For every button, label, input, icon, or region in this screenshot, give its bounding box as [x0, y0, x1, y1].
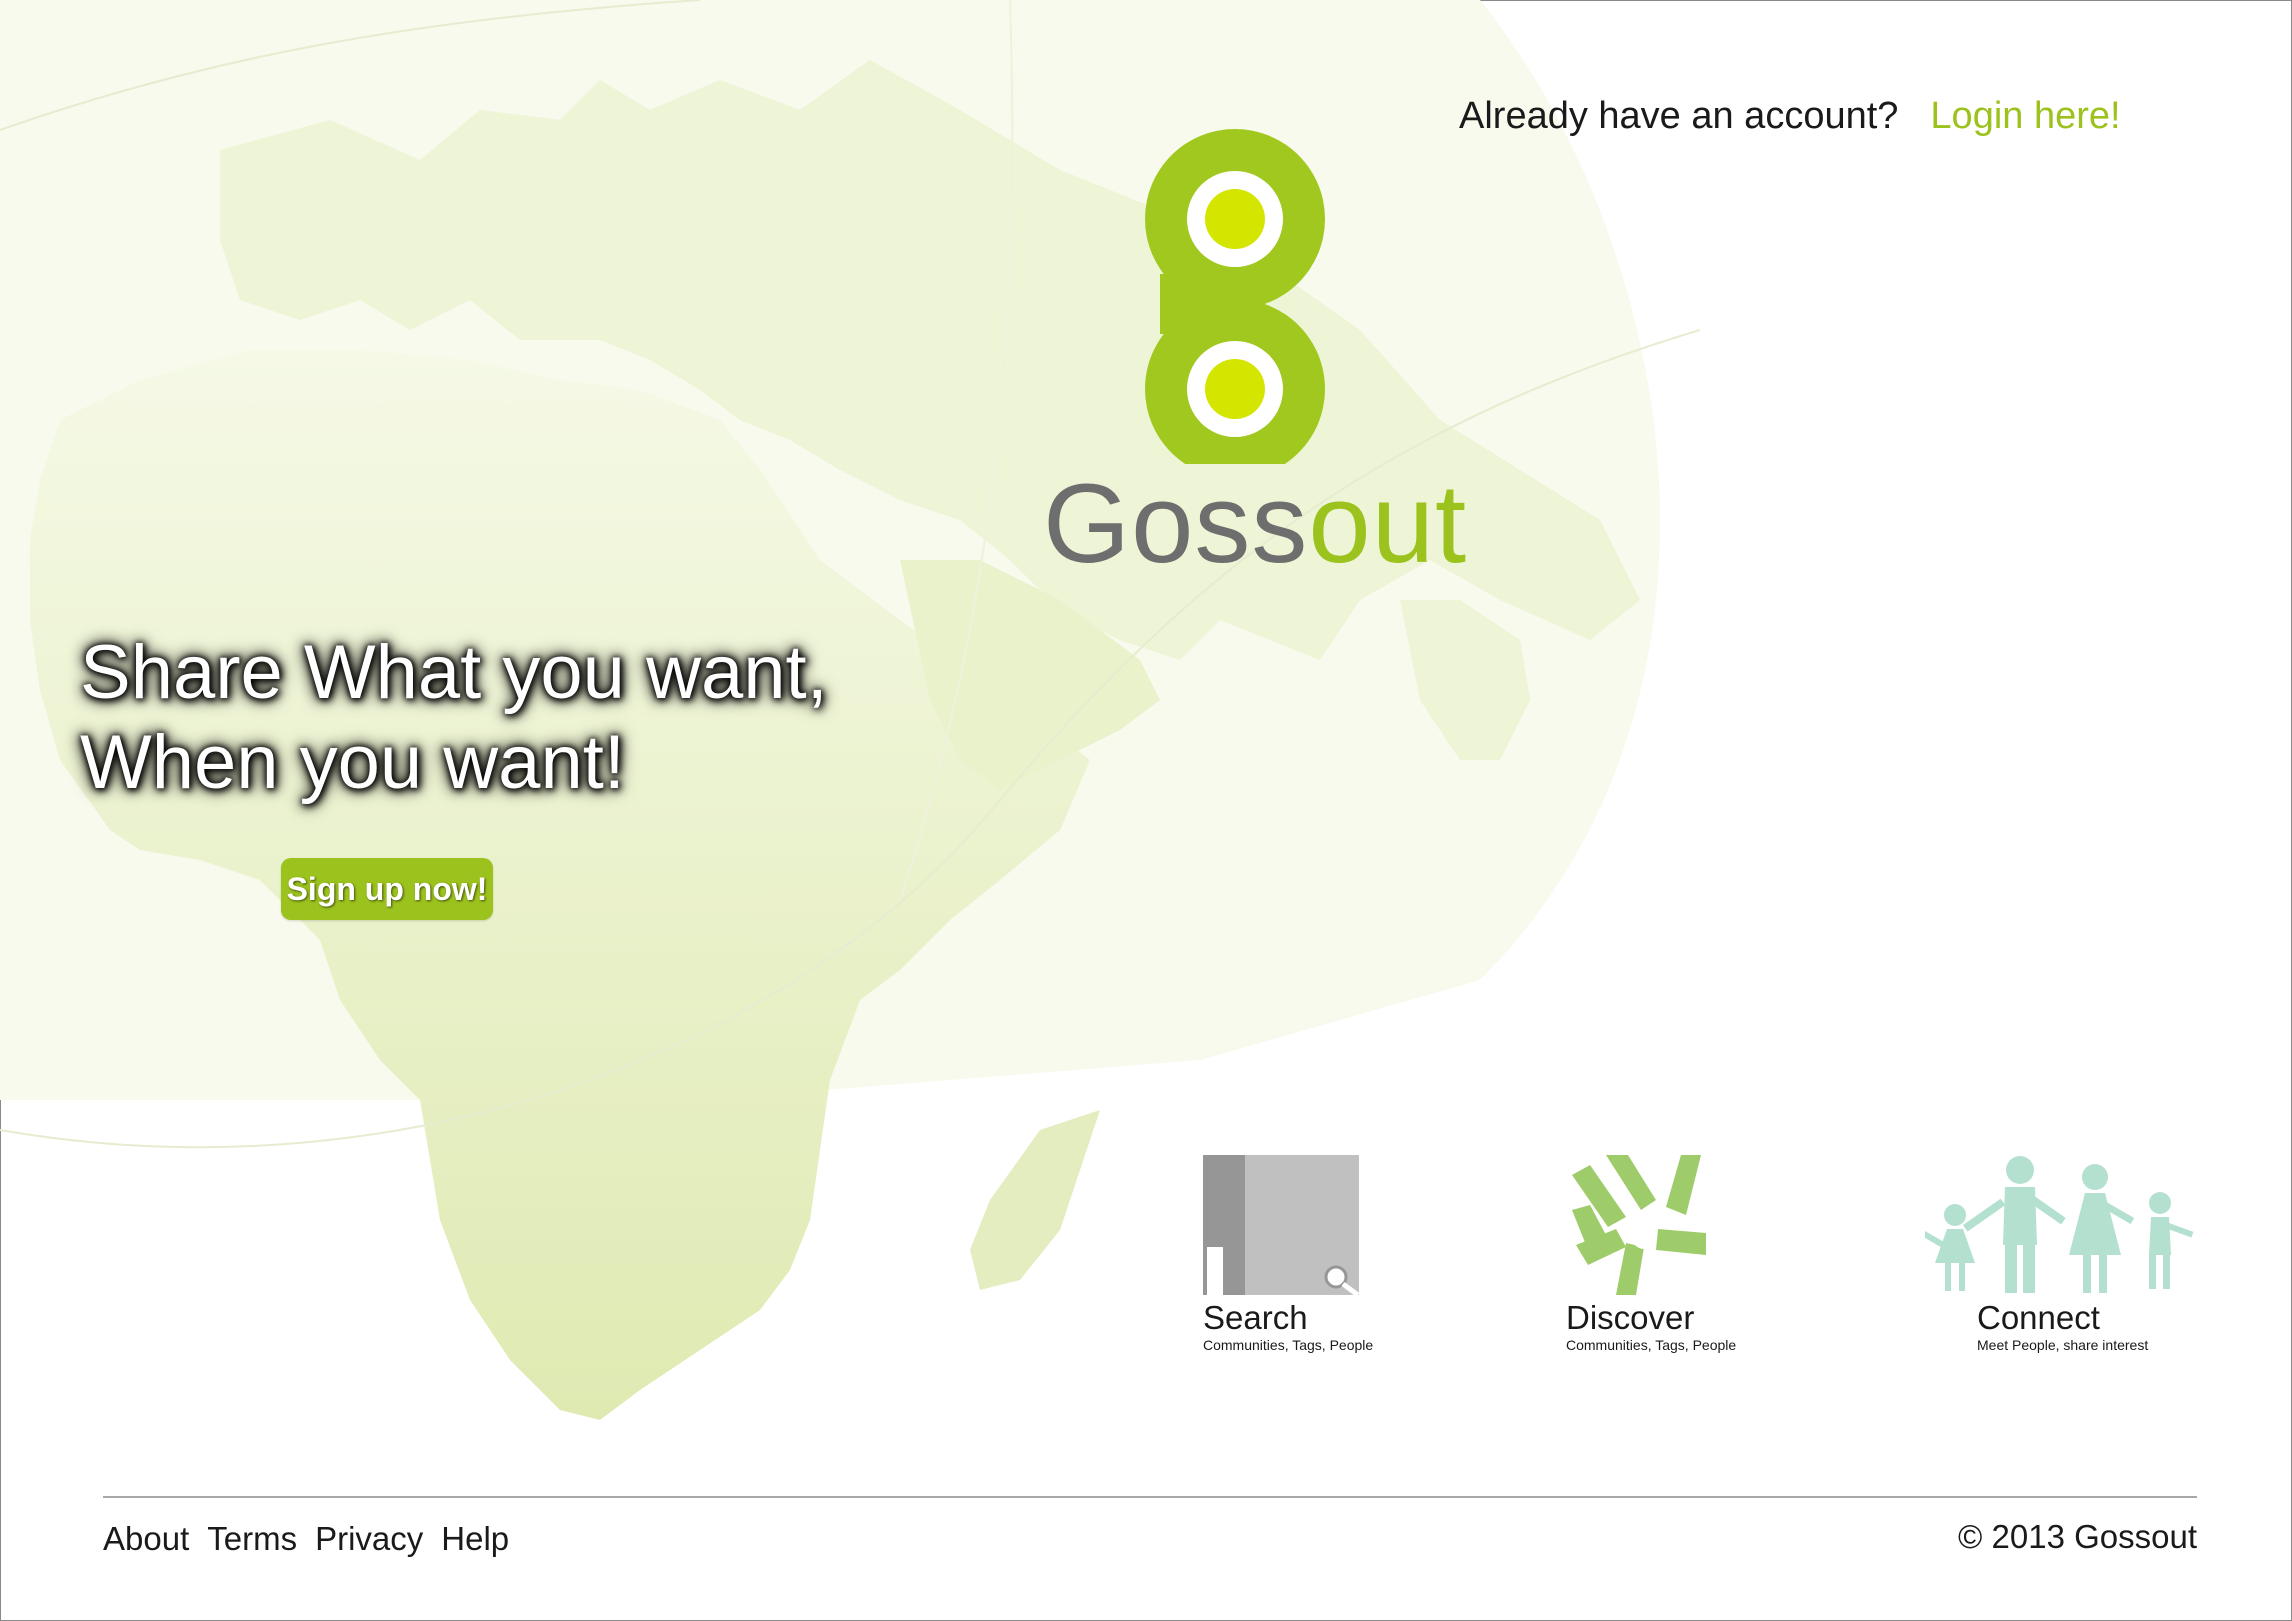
copyright-text: © 2013 Gossout [1958, 1518, 2197, 1555]
search-icon [1203, 1155, 1360, 1298]
wordmark-part1: Goss [1043, 461, 1309, 586]
footer-link-help[interactable]: Help [441, 1520, 509, 1557]
tagline-line1: Share What you want, [80, 630, 828, 715]
feature-subtitle: Communities, Tags, People [1566, 1337, 1737, 1353]
hero-tagline: Share What you want, When you want! [80, 628, 828, 808]
wordmark-part2: out [1308, 461, 1468, 586]
feature-subtitle: Communities, Tags, People [1203, 1337, 1374, 1353]
footer-link-terms[interactable]: Terms [207, 1520, 297, 1557]
feature-discover[interactable]: Discover Communities, Tags, People [1566, 1155, 1736, 1354]
feature-title: Search [1203, 1299, 1308, 1336]
footer-link-privacy[interactable]: Privacy [315, 1520, 423, 1557]
feature-search[interactable]: Search Communities, Tags, People [1203, 1155, 1373, 1354]
footer-nav: About Terms Privacy Help [103, 1520, 527, 1558]
footer-link-about[interactable]: About [103, 1520, 189, 1557]
tagline-line2: When you want! [80, 720, 625, 805]
people-icon [1922, 1156, 2194, 1293]
feature-title: Discover [1566, 1299, 1695, 1336]
account-prompt: Already have an account? [1459, 95, 1899, 137]
login-link[interactable]: Login here! [1930, 95, 2120, 137]
login-prompt-bar: Already have an account? Login here! [1459, 95, 2121, 138]
feature-subtitle: Meet People, share interest [1977, 1337, 2149, 1353]
gossout-logo-icon [1145, 129, 1325, 464]
feature-title: Connect [1977, 1299, 2100, 1336]
feature-connect[interactable]: Connect Meet People, share interest [1922, 1155, 2195, 1354]
gossout-wordmark: Gossout [1043, 468, 1467, 580]
signup-button[interactable]: Sign up now! [281, 858, 493, 920]
hands-icon [1572, 1155, 1706, 1295]
footer-divider [103, 1496, 2197, 1498]
